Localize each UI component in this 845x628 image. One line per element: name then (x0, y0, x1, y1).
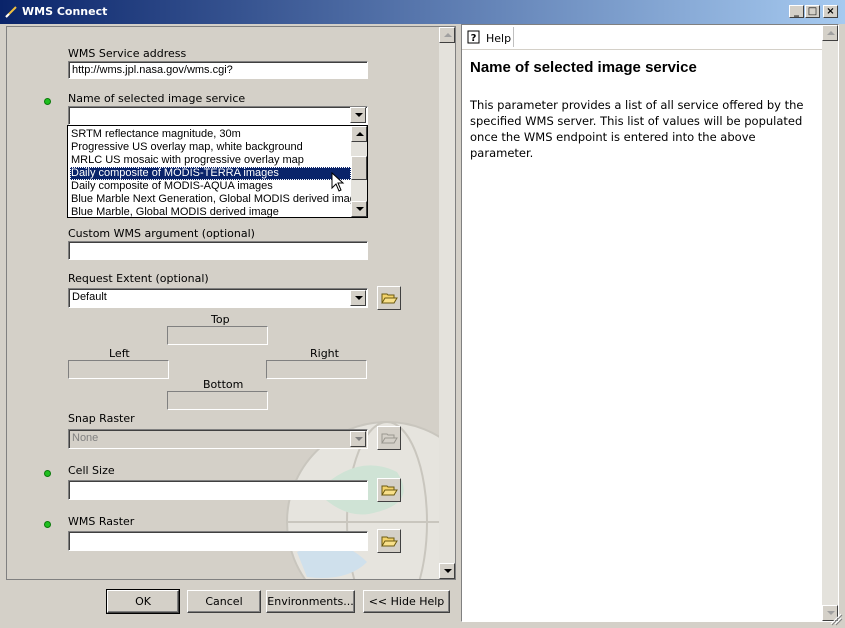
environments-button[interactable]: Environments... (266, 590, 355, 613)
help-scrollbar[interactable] (822, 25, 838, 621)
list-item-selected[interactable]: Daily composite of MODIS-TERRA images (70, 167, 351, 180)
required-indicator-icon (44, 521, 51, 528)
svg-text:?: ? (471, 33, 477, 44)
scroll-down-button[interactable] (351, 201, 367, 217)
wms-raster-browse-button[interactable] (377, 529, 401, 553)
custom-argument-label: Custom WMS argument (optional) (68, 227, 255, 240)
scroll-thumb[interactable] (351, 156, 367, 180)
help-icon: ? (467, 30, 480, 44)
request-extent-browse-button[interactable] (377, 286, 401, 310)
arrow-up-icon (444, 33, 452, 37)
chevron-down-icon (355, 113, 363, 117)
maximize-icon: □ (807, 6, 818, 17)
list-item[interactable]: Blue Marble, Global MODIS derived image (70, 206, 351, 219)
extent-left-label: Left (109, 347, 130, 360)
extent-right-label: Right (310, 347, 339, 360)
list-item[interactable]: SRTM reflectance magnitude, 30m (70, 128, 351, 141)
cell-size-label: Cell Size (68, 464, 115, 477)
help-panel: ? Help Name of selected image service Th… (461, 24, 839, 622)
arrow-up-icon (827, 31, 835, 35)
hide-help-button[interactable]: << Hide Help (363, 590, 450, 613)
image-service-combobox[interactable] (68, 106, 368, 125)
required-indicator-icon (44, 470, 51, 477)
cell-size-browse-button[interactable] (377, 478, 401, 502)
close-button[interactable]: × (823, 5, 838, 18)
snap-raster-combobox: None (68, 429, 368, 449)
request-extent-dropdown-button[interactable] (350, 290, 366, 306)
dropdown-scrollbar[interactable] (351, 126, 367, 217)
arrow-down-icon (356, 207, 364, 211)
wms-service-address-label: WMS Service address (68, 47, 187, 60)
help-body: This parameter provides a list of all se… (470, 98, 804, 160)
request-extent-label: Request Extent (optional) (68, 272, 209, 285)
folder-open-icon (381, 433, 398, 444)
help-title: Name of selected image service (470, 59, 697, 76)
snap-raster-dropdown-button (350, 431, 366, 447)
arrow-down-icon (444, 569, 452, 573)
minimize-icon: _ (794, 6, 799, 17)
list-item[interactable]: Daily composite of MODIS-AQUA images (70, 180, 351, 193)
folder-open-icon (381, 536, 398, 547)
scroll-up-button[interactable] (439, 27, 455, 43)
window-title: WMS Connect (22, 5, 108, 18)
chevron-down-icon (355, 437, 363, 441)
image-service-label: Name of selected image service (68, 92, 246, 105)
extent-bottom-label: Bottom (203, 378, 244, 391)
parameters-panel: WMS Service address http://wms.jpl.nasa.… (6, 26, 456, 580)
list-item[interactable]: Blue Marble Next Generation, Global MODI… (70, 193, 362, 206)
help-tab[interactable]: ? Help (465, 27, 514, 47)
request-extent-combobox[interactable]: Default (68, 288, 368, 308)
help-tab-label: Help (486, 32, 512, 45)
minimize-button[interactable]: _ (789, 5, 804, 18)
wms-raster-input[interactable] (68, 531, 368, 551)
extent-bottom-input[interactable] (167, 391, 268, 410)
wms-raster-label: WMS Raster (68, 515, 135, 528)
app-icon (5, 6, 17, 18)
wms-service-address-input[interactable]: http://wms.jpl.nasa.gov/wms.cgi? (68, 61, 368, 79)
folder-open-icon (381, 485, 398, 496)
extent-right-input[interactable] (266, 360, 367, 379)
resize-grip-icon[interactable] (829, 612, 843, 626)
list-item[interactable]: MRLC US mosaic with progressive overlay … (70, 154, 351, 167)
cancel-button[interactable]: Cancel (187, 590, 261, 613)
custom-argument-input[interactable] (68, 241, 368, 260)
parameters-scrollbar[interactable] (439, 27, 455, 579)
required-indicator-icon (44, 98, 51, 105)
image-service-dropdown-button[interactable] (350, 107, 366, 123)
help-toolbar: ? Help (462, 25, 822, 50)
maximize-button[interactable]: □ (805, 5, 820, 18)
scroll-down-button[interactable] (439, 563, 455, 579)
title-bar[interactable]: WMS Connect _ □ × (0, 0, 845, 24)
close-icon: × (826, 6, 835, 17)
scroll-up-button[interactable] (822, 25, 838, 41)
mouse-cursor-icon (331, 172, 345, 192)
image-service-dropdown-list[interactable]: SRTM reflectance magnitude, 30m Progress… (67, 125, 368, 218)
snap-raster-label: Snap Raster (68, 412, 135, 425)
ok-button[interactable]: OK (106, 589, 180, 614)
extent-top-label: Top (211, 313, 230, 326)
extent-left-input[interactable] (68, 360, 169, 379)
list-item[interactable]: Progressive US overlay map, white backgr… (70, 141, 351, 154)
arrow-up-icon (356, 132, 364, 136)
scroll-up-button[interactable] (351, 126, 367, 142)
folder-open-icon (381, 293, 398, 304)
extent-top-input[interactable] (167, 326, 268, 345)
snap-raster-browse-button (377, 426, 401, 450)
chevron-down-icon (355, 296, 363, 300)
cell-size-input[interactable] (68, 480, 368, 500)
